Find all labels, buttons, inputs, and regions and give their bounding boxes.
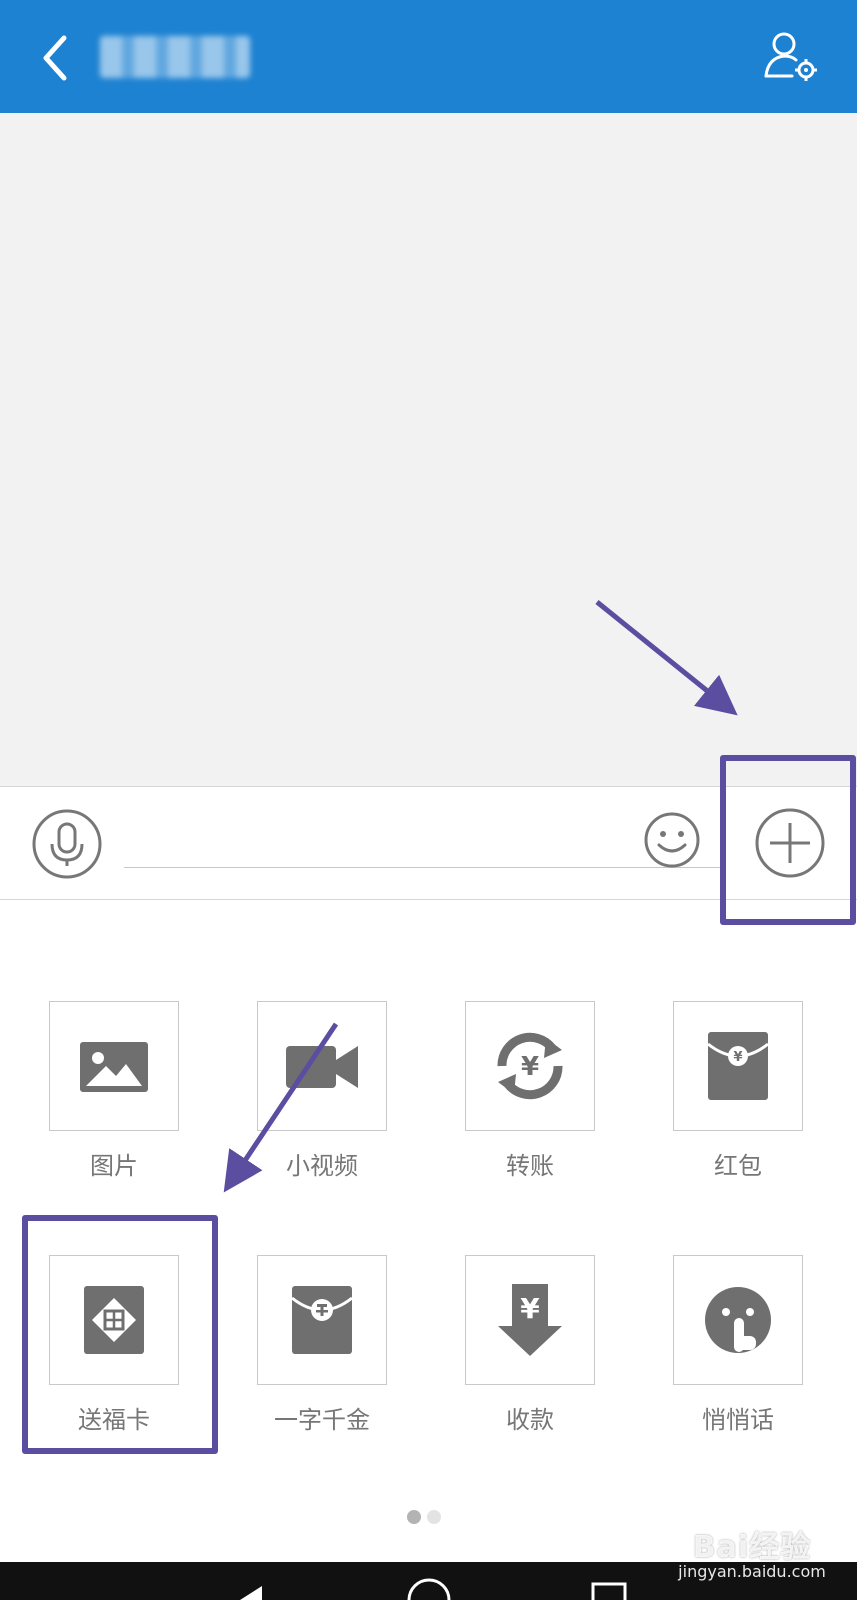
receive-money-item[interactable]: ¥ 收款 — [455, 1255, 605, 1445]
short-video-tile[interactable] — [257, 1001, 387, 1131]
fu-card-label: 送福卡 — [78, 1406, 150, 1434]
fu-card-item[interactable]: 送福卡 — [39, 1255, 189, 1445]
baidu-jingyan-watermark: Bai经验 jingyan.baidu.com — [652, 1522, 852, 1581]
chevron-left-icon — [43, 35, 67, 81]
word-packet-item[interactable]: 一字千金 — [247, 1255, 397, 1445]
nav-back-icon[interactable] — [240, 1586, 262, 1600]
receive-money-label: 收款 — [506, 1406, 554, 1434]
more-functions-panel: 图片 小视频 ¥ 转账 ¥ 红包 送福卡 一字千金 ¥ 收款 悄悄话 — [0, 900, 857, 1562]
fu-card-tile[interactable] — [49, 1255, 179, 1385]
red-packet-icon: ¥ — [707, 1032, 769, 1100]
back-button[interactable] — [34, 28, 84, 88]
chat-settings-button[interactable] — [762, 30, 822, 85]
red-packet-item[interactable]: ¥ 红包 — [663, 1001, 813, 1191]
input-bar — [0, 787, 857, 900]
transfer-label: 转账 — [506, 1152, 554, 1180]
word-packet-label: 一字千金 — [274, 1406, 370, 1434]
page-indicator — [407, 1509, 447, 1528]
word-packet-icon — [291, 1286, 353, 1354]
whisper-label: 悄悄话 — [702, 1406, 774, 1434]
message-input[interactable] — [124, 805, 724, 868]
smiley-icon — [644, 812, 700, 868]
image-tile[interactable] — [49, 1001, 179, 1131]
plus-circle-icon — [755, 808, 825, 878]
short-video-label: 小视频 — [286, 1152, 358, 1180]
emoji-button[interactable] — [643, 811, 701, 869]
svg-text:¥: ¥ — [733, 1050, 742, 1065]
page-dot — [427, 1510, 441, 1524]
watermark-url: jingyan.baidu.com — [678, 1562, 826, 1581]
nav-home-icon[interactable] — [407, 1578, 451, 1601]
word-packet-tile[interactable] — [257, 1255, 387, 1385]
image-item[interactable]: 图片 — [39, 1001, 189, 1191]
message-list[interactable] — [0, 113, 857, 787]
short-video-item[interactable]: 小视频 — [247, 1001, 397, 1191]
watermark-logo: Bai经验 — [692, 1530, 812, 1565]
receive-money-tile[interactable]: ¥ — [465, 1255, 595, 1385]
red-packet-label: 红包 — [714, 1152, 762, 1180]
transfer-tile[interactable]: ¥ — [465, 1001, 595, 1131]
whisper-item[interactable]: 悄悄话 — [663, 1255, 813, 1445]
page-dot-active — [407, 1510, 421, 1524]
receive-money-icon: ¥ — [498, 1284, 562, 1356]
whisper-icon — [705, 1287, 771, 1353]
fu-card-icon — [84, 1286, 144, 1354]
more-functions-button[interactable] — [754, 807, 826, 879]
image-icon — [80, 1042, 148, 1092]
chat-header — [0, 0, 857, 113]
voice-button[interactable] — [31, 808, 103, 880]
video-camera-icon — [286, 1046, 358, 1088]
red-packet-tile[interactable]: ¥ — [673, 1001, 803, 1131]
microphone-icon — [32, 809, 102, 879]
person-settings-icon — [764, 32, 817, 81]
transfer-icon: ¥ — [497, 1032, 563, 1100]
chat-title-blurred — [100, 36, 250, 78]
svg-text:¥: ¥ — [521, 1052, 539, 1082]
image-label: 图片 — [90, 1152, 138, 1180]
whisper-tile[interactable] — [673, 1255, 803, 1385]
transfer-item[interactable]: ¥ 转账 — [455, 1001, 605, 1191]
nav-recents-icon[interactable] — [591, 1582, 627, 1604]
svg-text:¥: ¥ — [520, 1292, 540, 1325]
